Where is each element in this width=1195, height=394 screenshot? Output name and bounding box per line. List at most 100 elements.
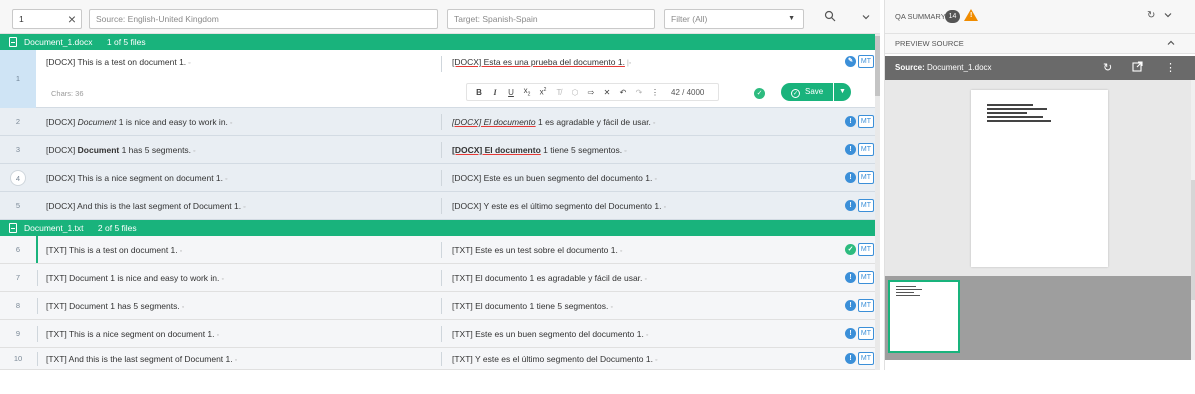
- segment-row[interactable]: 4 [DOCX] This is a nice segment on docum…: [0, 164, 880, 192]
- more-options-icon[interactable]: ⋮: [1165, 61, 1176, 74]
- info-status-icon[interactable]: !: [845, 272, 856, 283]
- segment-row[interactable]: 2 [DOCX] Document 1 is nice and easy to …: [0, 108, 880, 136]
- segment-source-text: [TXT] Document 1 has 5 segments. ◦: [46, 301, 185, 311]
- refresh-icon[interactable]: ↻: [1103, 61, 1112, 74]
- column-divider: [441, 270, 442, 286]
- mt-badge: MT: [857, 143, 874, 156]
- clear-format-icon[interactable]: T̸: [551, 88, 567, 97]
- segment-target-text[interactable]: [TXT] Y este es el último segmento del D…: [452, 348, 832, 372]
- document-preview[interactable]: [885, 80, 1191, 276]
- page-thumbnail[interactable]: [888, 280, 960, 353]
- scrollbar-thumb[interactable]: [1191, 180, 1195, 300]
- segment-row[interactable]: 8 [TXT] Document 1 has 5 segments. ◦ [TXT…: [0, 292, 880, 320]
- segment-number: 4: [0, 164, 36, 191]
- target-text: 1 es agradable y fácil de usar.: [535, 117, 651, 127]
- save-dropdown-button[interactable]: ▼: [834, 83, 851, 101]
- segment-source-text: [DOCX] This is a nice segment on documen…: [46, 173, 228, 183]
- preview-scrollbar[interactable]: [1191, 80, 1195, 360]
- source-italic-text: Document: [77, 117, 117, 127]
- target-italic-text: [DOCX] El documento: [452, 117, 536, 127]
- file-name: Document_1.docx: [24, 37, 93, 47]
- qa-summary-header[interactable]: QA SUMMARY 14 ! ↻: [885, 0, 1195, 34]
- info-status-icon[interactable]: !: [845, 144, 856, 155]
- save-button[interactable]: ✓ Save: [781, 83, 833, 101]
- segment-number-input[interactable]: 1 ×: [12, 9, 82, 29]
- segment-target-editor[interactable]: [DOCX] Esta es una prueba del documento …: [452, 57, 631, 67]
- segment-target-text[interactable]: [DOCX] Y este es el último segmento del …: [452, 192, 832, 222]
- segment-target-text[interactable]: [TXT] El documento 1 tiene 5 segmentos. ◦: [452, 292, 832, 322]
- more-options-icon[interactable]: ⋮: [647, 88, 663, 97]
- column-divider: [441, 242, 442, 258]
- target-text[interactable]: [DOCX] Esta es una prueba del documento …: [452, 57, 625, 67]
- segment-target-text[interactable]: [DOCX] El documento 1 tiene 5 segmentos.…: [452, 136, 832, 166]
- segment-row[interactable]: 5 [DOCX] And this is the last segment of…: [0, 192, 880, 220]
- target-search-input[interactable]: Target: Spanish-Spain: [447, 9, 655, 29]
- file-header-docx[interactable]: Document_1.docx 1 of 5 files: [0, 34, 880, 50]
- segment-row[interactable]: 6 [TXT] This is a test on document 1. ◦ […: [0, 236, 880, 264]
- filter-select[interactable]: Filter (All) ▼: [664, 9, 804, 29]
- segment-target-text[interactable]: [TXT] Este es un test sobre el documento…: [452, 236, 832, 266]
- italic-button[interactable]: I: [487, 88, 503, 97]
- segment-row[interactable]: 3 [DOCX] Document 1 has 5 segments. ◦ [DO…: [0, 136, 880, 164]
- column-divider: [441, 326, 442, 342]
- source-search-input[interactable]: Source: English-United Kingdom: [89, 9, 438, 29]
- preview-text-line: [987, 120, 1051, 122]
- preview-text-line: [987, 108, 1047, 110]
- source-text: [TXT] This is a nice segment on document…: [46, 329, 215, 339]
- subscript-button[interactable]: x2: [519, 86, 535, 98]
- segment-number: 5: [15, 201, 21, 210]
- preview-text-line: [987, 104, 1033, 106]
- copy-source-icon[interactable]: ⇨: [583, 88, 599, 97]
- refresh-icon[interactable]: ↻: [1147, 10, 1155, 21]
- save-label: Save: [805, 87, 824, 96]
- source-text: [DOCX]: [46, 145, 78, 155]
- target-text: 1 tiene 5 segmentos.: [540, 145, 623, 155]
- source-text: [TXT] Document 1 is nice and easy to wor…: [46, 273, 220, 283]
- active-segment[interactable]: 1 [DOCX] This is a test on document 1. ◦ …: [0, 50, 880, 108]
- undo-icon[interactable]: ↶: [615, 88, 631, 97]
- redo-icon[interactable]: ↷: [631, 88, 647, 97]
- mt-badge: MT: [857, 243, 874, 256]
- search-replace-icon[interactable]: [820, 9, 840, 29]
- bold-button[interactable]: B: [471, 88, 487, 97]
- segment-target-text[interactable]: [TXT] Este es un buen segmento del docum…: [452, 320, 832, 350]
- target-char-count: 42 / 4000: [671, 87, 705, 97]
- column-divider: [441, 114, 442, 130]
- info-status-icon[interactable]: !: [845, 172, 856, 183]
- confirmed-check-icon[interactable]: ✓: [845, 244, 856, 255]
- preview-source-header[interactable]: PREVIEW SOURCE: [885, 34, 1195, 54]
- info-status-icon[interactable]: !: [845, 300, 856, 311]
- source-text: 1 has 5 segments.: [119, 145, 192, 155]
- superscript-button[interactable]: x2: [535, 87, 551, 97]
- preview-source-label: PREVIEW SOURCE: [895, 39, 964, 48]
- segment-source-text: [TXT] This is a test on document 1. ◦: [46, 245, 183, 255]
- segment-number: 9: [15, 329, 21, 338]
- segment-target-text[interactable]: [TXT] El documento 1 es agradable y fáci…: [452, 264, 832, 294]
- editor-scrollbar[interactable]: [875, 34, 880, 370]
- chevron-down-icon[interactable]: [856, 9, 876, 29]
- clear-icon[interactable]: ×: [68, 10, 76, 28]
- chevron-up-icon[interactable]: [1166, 38, 1176, 50]
- segment-row[interactable]: 7 [TXT] Document 1 is nice and easy to w…: [0, 264, 880, 292]
- info-status-icon[interactable]: !: [845, 200, 856, 211]
- scrollbar-thumb[interactable]: [875, 36, 880, 96]
- underline-button[interactable]: U: [503, 88, 519, 97]
- source-text: [DOCX] This is a nice segment on documen…: [46, 173, 224, 183]
- mt-badge: MT: [857, 352, 874, 365]
- row-divider: [37, 326, 38, 342]
- preview-source-bar: Source: Document_1.docx ↻ ⋮: [885, 56, 1195, 80]
- segment-row[interactable]: 9 [TXT] This is a nice segment on docume…: [0, 320, 880, 348]
- clear-target-icon[interactable]: ✕: [599, 88, 615, 97]
- info-status-icon[interactable]: !: [845, 328, 856, 339]
- file-header-txt[interactable]: Document_1.txt 2 of 5 files: [0, 220, 880, 236]
- tag-icon[interactable]: ⬡: [567, 88, 583, 97]
- segment-target-text[interactable]: [DOCX] El documento 1 es agradable y fác…: [452, 108, 832, 138]
- source-text: [TXT] Document 1 has 5 segments.: [46, 301, 180, 311]
- info-status-icon[interactable]: !: [845, 116, 856, 127]
- chevron-down-icon[interactable]: [1163, 10, 1173, 23]
- info-status-icon[interactable]: !: [845, 353, 856, 364]
- segment-row[interactable]: 10 [TXT] And this is the last segment of…: [0, 348, 880, 370]
- cat-editor: 1 × Source: English-United Kingdom Targe…: [0, 0, 1195, 394]
- segment-target-text[interactable]: [DOCX] Este es un buen segmento del docu…: [452, 164, 832, 194]
- open-external-icon[interactable]: [1132, 61, 1143, 75]
